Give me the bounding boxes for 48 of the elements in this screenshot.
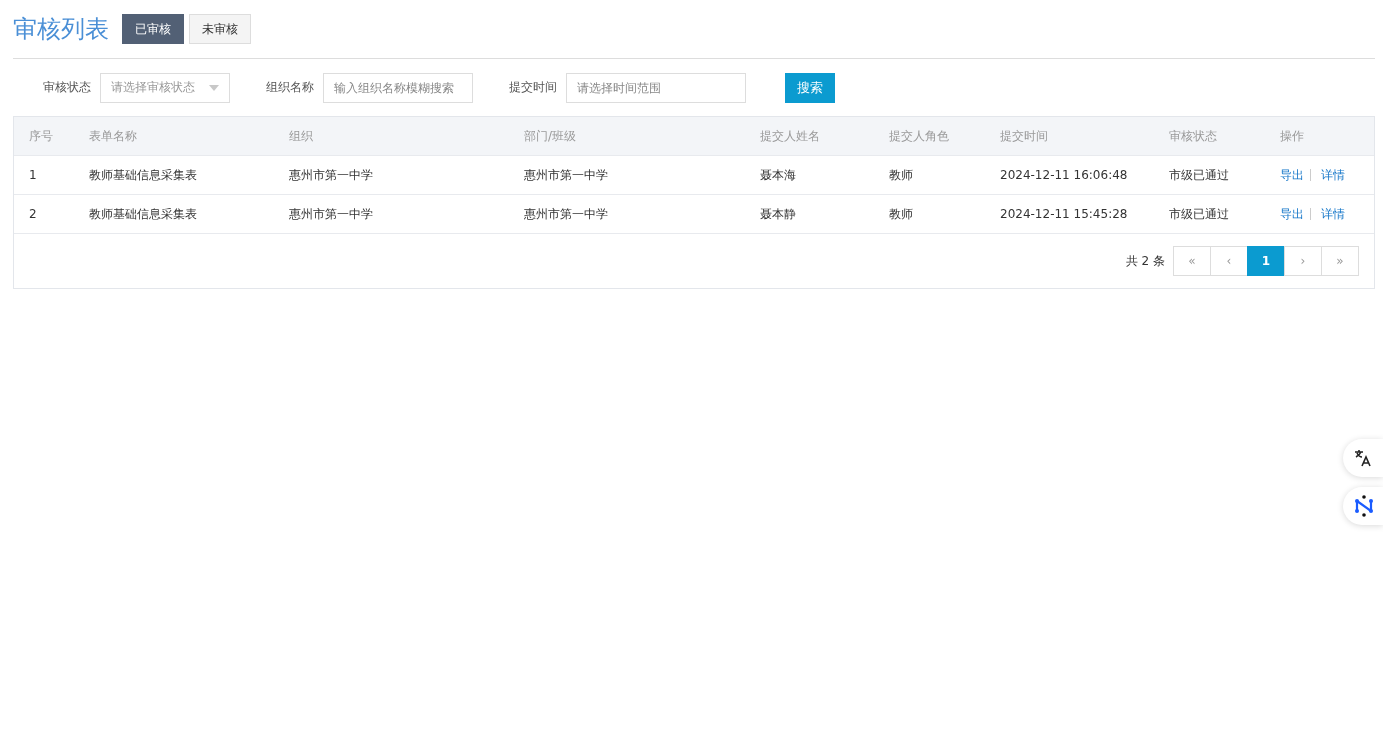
filter-label: 审核状态 <box>43 79 91 96</box>
table-cell-text: 聂本海 <box>759 166 797 184</box>
column-header: 提交人姓名 <box>759 127 821 145</box>
filter-label: 组织名称 <box>266 79 314 96</box>
action-link[interactable]: 详情 <box>1321 166 1345 184</box>
column-header: 表单名称 <box>88 127 138 145</box>
tab[interactable]: 已审核 <box>122 14 184 44</box>
table-cell-text: 市级已通过 <box>1168 205 1230 223</box>
column-header: 提交时间 <box>999 127 1049 145</box>
table-cell-text: 1 <box>28 168 38 182</box>
table-cell-text: 2024-12-11 16:06:48 <box>999 168 1129 182</box>
table-cell-text: 2 <box>28 207 38 221</box>
column-header: 序号 <box>28 127 54 145</box>
search-button[interactable]: 搜索 <box>785 72 835 103</box>
page-button[interactable]: › <box>1284 246 1322 276</box>
page-button[interactable]: « <box>1173 246 1211 276</box>
table-cell-text: 惠州市第一中学 <box>523 166 609 184</box>
action-link[interactable]: 详情 <box>1321 205 1345 223</box>
caret-icon <box>209 84 219 91</box>
table-cell-text: 教师 <box>888 205 914 223</box>
nodes-icon[interactable] <box>1343 487 1383 525</box>
column-header: 部门/班级 <box>523 127 578 145</box>
table-cell-text: 教师基础信息采集表 <box>88 166 198 184</box>
table-cell-text: 市级已通过 <box>1168 166 1230 184</box>
table-cell-text: 教师基础信息采集表 <box>88 205 198 223</box>
page-button[interactable]: 1 <box>1247 246 1285 276</box>
table-cell-text: 惠州市第一中学 <box>288 166 374 184</box>
filter-label: 提交时间 <box>509 79 557 96</box>
page-button[interactable]: » <box>1321 246 1359 276</box>
translate-icon[interactable] <box>1343 439 1383 477</box>
tab[interactable]: 未审核 <box>189 14 251 44</box>
column-header: 提交人角色 <box>888 127 950 145</box>
table-cell-text: 聂本静 <box>759 205 797 223</box>
action-link[interactable]: 导出 <box>1280 205 1304 223</box>
column-header: 审核状态 <box>1168 127 1218 145</box>
page-button[interactable]: ‹ <box>1210 246 1248 276</box>
status-select[interactable]: 请选择审核状态 <box>100 72 230 103</box>
table-cell-text: 惠州市第一中学 <box>523 205 609 223</box>
action-link[interactable]: 导出 <box>1280 166 1304 184</box>
total-count: 共 2 条 <box>1125 252 1165 270</box>
table-cell-text: 惠州市第一中学 <box>288 205 374 223</box>
column-header: 操作 <box>1279 127 1305 145</box>
page-title: 审核列表 <box>13 14 109 45</box>
input-field[interactable]: 请选择时间范围 <box>566 72 746 103</box>
table-cell-text: 2024-12-11 15:45:28 <box>999 207 1129 221</box>
column-header: 组织 <box>288 127 314 145</box>
table-cell-text: 教师 <box>888 166 914 184</box>
input-field[interactable]: 输入组织名称模糊搜索 <box>323 72 473 103</box>
